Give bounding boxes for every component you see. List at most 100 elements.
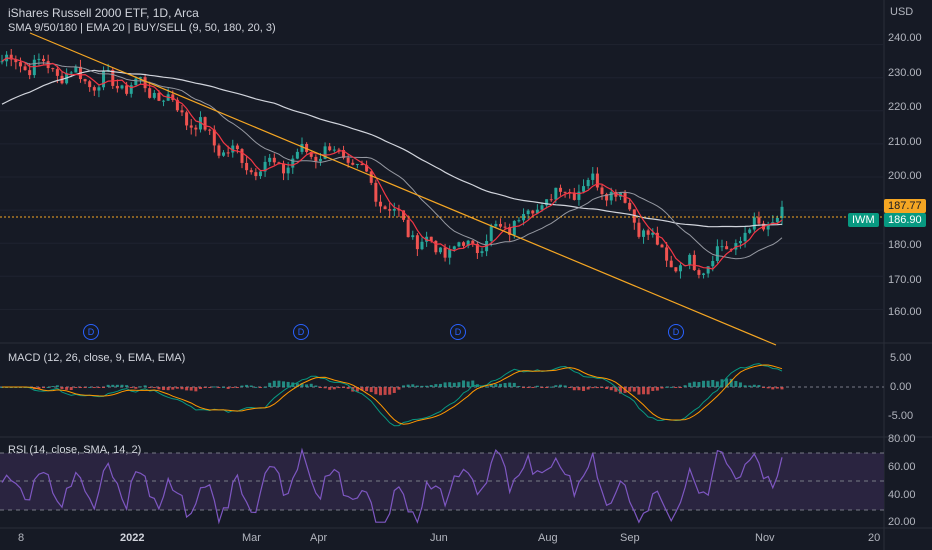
macd-bar <box>443 382 447 387</box>
macd-tick: 0.00 <box>890 381 912 393</box>
macd-bar <box>591 387 595 389</box>
macd-bar <box>282 381 286 387</box>
macd-bar <box>189 387 193 391</box>
candle-body <box>711 260 715 267</box>
candle-body <box>148 88 152 98</box>
macd-bar <box>688 382 692 387</box>
candle-body <box>134 78 138 86</box>
candle-body <box>235 145 239 150</box>
macd-bar <box>55 385 59 387</box>
trendline[interactable] <box>29 32 777 346</box>
candle-body <box>0 61 4 63</box>
ma-legend[interactable]: SMA 9/50/180 | EMA 20 | BUY/SELL (9, 50,… <box>8 22 276 34</box>
macd-bar <box>628 387 632 392</box>
currency-label[interactable]: USD <box>890 6 913 18</box>
macd-bar <box>51 385 55 387</box>
macd-bar <box>342 387 346 388</box>
candle-body <box>346 157 350 163</box>
candle-body <box>328 146 332 151</box>
candle-body <box>42 58 46 62</box>
macd-bar <box>314 385 318 387</box>
macd-bar <box>692 381 696 387</box>
candle-body <box>420 241 424 250</box>
candle-body <box>162 100 166 102</box>
time-tick: Apr <box>310 532 328 544</box>
macd-tick: -5.00 <box>888 410 914 422</box>
candle-body <box>582 186 586 192</box>
macd-label[interactable]: MACD (12, 26, close, 9, EMA, EMA) <box>8 352 185 364</box>
candle-body <box>526 210 530 215</box>
candle-body <box>92 87 96 91</box>
macd-bar <box>706 380 710 387</box>
candle-body <box>51 68 55 70</box>
macd-bar <box>508 382 512 387</box>
macd-bar <box>757 385 761 387</box>
dividend-marker[interactable]: D <box>293 324 309 340</box>
macd-bar <box>272 380 276 387</box>
chart-window[interactable]: iShares Russell 2000 ETF, 1D, Arca SMA 9… <box>0 0 932 550</box>
macd-bar <box>111 384 115 387</box>
macd-bar <box>434 384 438 387</box>
signal-line <box>2 364 783 425</box>
macd-bar <box>217 387 221 388</box>
candle-body <box>595 173 599 188</box>
macd-bar <box>517 385 521 387</box>
candle-body <box>152 92 156 98</box>
dividend-marker[interactable]: D <box>83 324 99 340</box>
macd-bar <box>540 387 544 388</box>
candle-body <box>245 162 249 171</box>
chart-canvas[interactable] <box>0 0 932 550</box>
candle-body <box>194 127 198 130</box>
macd-tick: 5.00 <box>890 352 912 364</box>
candle-body <box>642 230 646 237</box>
candle-body <box>665 247 669 261</box>
candle-body <box>369 171 373 183</box>
macd-bar <box>208 387 212 388</box>
macd-bar <box>78 387 82 388</box>
candle-body <box>531 210 535 214</box>
candle-body <box>388 209 392 211</box>
macd-bar <box>485 386 489 388</box>
dividend-marker[interactable]: D <box>668 324 684 340</box>
macd-bar <box>125 385 129 387</box>
candle-body <box>558 187 562 192</box>
time-tick: 2022 <box>120 532 145 544</box>
macd-bar <box>203 387 207 388</box>
macd-bar <box>678 387 682 388</box>
candle-body <box>457 242 461 247</box>
candle-body <box>295 151 299 159</box>
dividend-marker[interactable]: D <box>450 324 466 340</box>
level-price-tag: 187.77 <box>884 199 926 213</box>
macd-bar <box>88 386 92 388</box>
macd-bar <box>438 383 442 387</box>
candle-body <box>286 167 290 174</box>
macd-bar <box>494 384 498 387</box>
candle-body <box>115 85 119 89</box>
time-tick: Sep <box>620 532 640 544</box>
macd-bar <box>138 386 142 388</box>
macd-bar <box>46 386 50 388</box>
symbol-tag[interactable]: IWM <box>848 213 879 227</box>
macd-bar <box>646 387 650 395</box>
candle-body <box>743 232 747 242</box>
time-tick: 20 <box>868 532 881 544</box>
candle-body <box>383 206 387 210</box>
candle-body <box>272 157 276 163</box>
macd-bar <box>258 387 262 388</box>
macd-bar <box>143 385 147 387</box>
candle-body <box>74 66 78 73</box>
macd-bar <box>92 387 96 388</box>
sma-50-line <box>1 57 783 260</box>
macd-bar <box>457 382 461 387</box>
macd-bar <box>134 387 138 389</box>
candle-body <box>517 220 521 222</box>
macd-bar <box>554 385 558 387</box>
macd-bar <box>369 387 373 393</box>
candle-body <box>189 125 193 128</box>
rsi-label[interactable]: RSI (14, close, SMA, 14, 2) <box>8 444 141 456</box>
macd-bar <box>642 387 646 395</box>
candle-body <box>226 152 230 154</box>
time-tick: Mar <box>242 532 261 544</box>
rsi-tick: 20.00 <box>888 516 916 528</box>
macd-line <box>2 363 783 427</box>
